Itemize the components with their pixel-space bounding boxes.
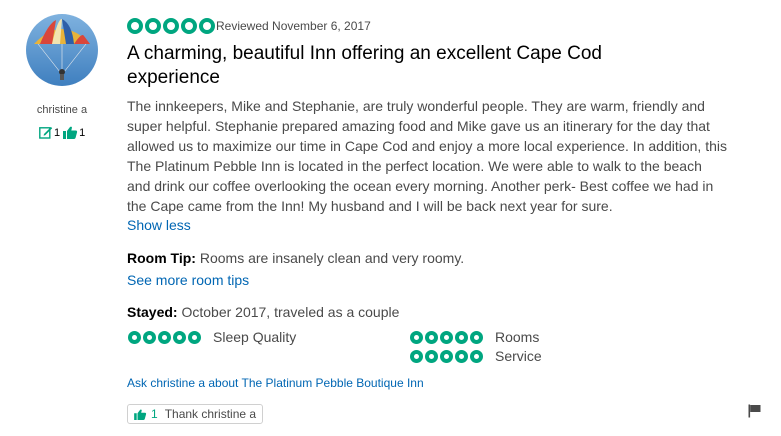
stayed-info: Stayed: October 2017, traveled as a coup… <box>127 304 399 320</box>
rating-bubble-icon <box>440 330 453 344</box>
rating-bubble-icon <box>128 330 141 344</box>
rating-bubbles <box>410 330 483 344</box>
thank-count: 1 <box>151 407 158 421</box>
rating-bubble-icon <box>181 17 197 34</box>
rating-bubble-icon <box>470 330 483 344</box>
sub-rating-sleep-quality: Sleep Quality <box>128 329 296 345</box>
room-tip-text: Rooms are insanely clean and very roomy. <box>199 250 465 266</box>
see-more-room-tips-link[interactable]: See more room tips <box>127 272 249 288</box>
review-rating <box>127 17 215 35</box>
thank-label: Thank christine a <box>164 407 257 421</box>
rating-bubble-icon <box>410 330 423 344</box>
rating-bubble-icon <box>410 349 423 363</box>
rating-bubble-icon <box>188 330 201 344</box>
review-body: The innkeepers, Mike and Stephanie, are … <box>127 98 727 214</box>
room-tip: Room Tip: Rooms are insanely clean and v… <box>127 250 464 266</box>
rating-bubbles <box>128 330 201 344</box>
username[interactable]: christine a <box>12 104 112 116</box>
rating-bubbles <box>127 17 215 34</box>
thumbs-up-icon <box>134 409 147 420</box>
rating-bubble-icon <box>455 330 468 344</box>
review-title[interactable]: A charming, beautiful Inn offering an ex… <box>127 42 687 90</box>
show-less-link[interactable]: Show less <box>127 217 191 233</box>
room-tip-label: Room Tip: <box>127 250 196 266</box>
rating-bubble-icon <box>127 17 143 34</box>
avatar-image <box>26 14 98 86</box>
flag-icon <box>748 404 761 418</box>
rating-bubble-icon <box>199 17 215 34</box>
helpful-votes-count: 1 <box>79 126 86 139</box>
sub-rating-label: Service <box>495 348 542 364</box>
rating-bubble-icon <box>455 349 468 363</box>
thumbs-up-icon <box>63 126 78 139</box>
rating-bubbles <box>410 349 483 363</box>
ask-reviewer-link[interactable]: Ask christine a about The Platinum Pebbl… <box>127 376 424 390</box>
rating-bubble-icon <box>440 349 453 363</box>
rating-bubble-icon <box>425 349 438 363</box>
helpful-votes-badge[interactable]: 1 <box>63 126 85 139</box>
review-pencil-icon <box>39 127 53 139</box>
rating-bubble-icon <box>425 330 438 344</box>
rating-bubble-icon <box>173 330 186 344</box>
rating-bubble-icon <box>145 17 161 34</box>
review-date: Reviewed November 6, 2017 <box>216 19 371 33</box>
user-badges: 1 1 <box>39 126 88 139</box>
rating-bubble-icon <box>470 349 483 363</box>
rating-bubble-icon <box>143 330 156 344</box>
sub-rating-label: Rooms <box>495 329 540 345</box>
stayed-label: Stayed: <box>127 304 178 320</box>
sub-rating-service: Service <box>410 348 542 364</box>
avatar[interactable] <box>26 14 98 86</box>
sub-rating-label: Sleep Quality <box>213 329 297 345</box>
contributions-badge[interactable]: 1 <box>39 126 60 139</box>
rating-bubble-icon <box>158 330 171 344</box>
sub-rating-rooms: Rooms <box>410 329 539 345</box>
report-flag-button[interactable] <box>748 404 761 423</box>
contributions-count: 1 <box>54 126 61 139</box>
thank-reviewer-button[interactable]: 1 Thank christine a <box>127 404 264 424</box>
rating-bubble-icon <box>163 17 179 34</box>
stayed-text: October 2017, traveled as a couple <box>181 304 400 320</box>
